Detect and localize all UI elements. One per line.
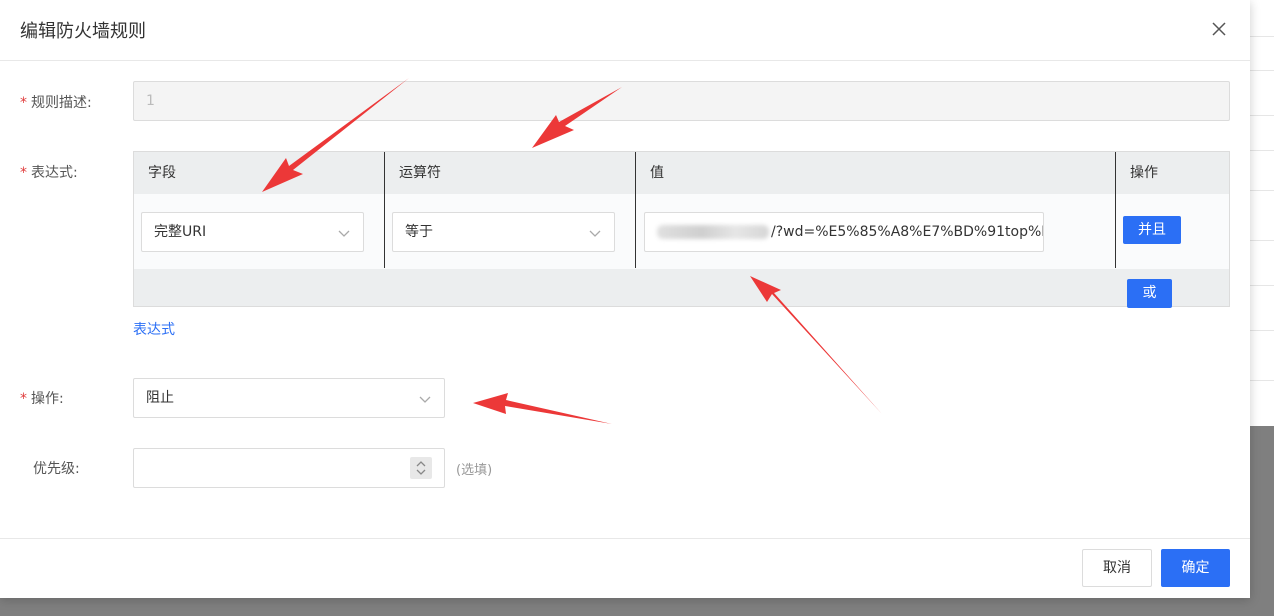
or-button[interactable]: 或 [1127,279,1172,308]
required-mark: * [20,165,27,181]
field-select-value: 完整URI [154,224,207,240]
value-input-text: /?wd=%E5%85%A8%E7%BD%91top%E [771,224,1044,240]
column-header-field: 字段 [134,152,385,194]
dialog-header: 编辑防火墙规则 [0,0,1250,61]
description-input[interactable]: 1 [133,81,1230,121]
column-divider [1115,152,1116,268]
and-button[interactable]: 并且 [1123,216,1181,244]
column-divider [384,152,385,268]
confirm-button[interactable]: 确定 [1161,549,1230,587]
background-page [1250,0,1274,426]
description-label: * 规则描述: [20,95,92,111]
priority-input[interactable] [133,448,445,488]
action-label: * 操作: [20,391,64,407]
chevron-down-icon [589,230,601,237]
close-button[interactable] [1208,18,1230,40]
column-divider [635,152,636,268]
chevron-down-icon [419,396,431,403]
column-header-value: 值 [636,152,1116,194]
operator-select-value: 等于 [405,224,433,240]
column-header-action: 操作 [1116,152,1229,194]
required-mark: * [20,95,27,111]
action-select-value: 阻止 [146,390,174,406]
value-input[interactable]: /?wd=%E5%85%A8%E7%BD%91top%E [644,212,1044,252]
field-select[interactable]: 完整URI [141,212,364,252]
cancel-button[interactable]: 取消 [1082,549,1152,587]
priority-hint: (选填) [456,463,493,478]
required-mark: * [20,391,27,407]
add-expression-link[interactable]: 表达式 [133,319,175,339]
action-select[interactable]: 阻止 [133,378,445,418]
operator-select[interactable]: 等于 [392,212,615,252]
priority-label: 优先级: [33,461,80,477]
spinner-icon[interactable] [410,457,432,479]
close-icon [1212,22,1226,36]
expression-label: * 表达式: [20,165,78,181]
spinner-arrows [416,461,426,475]
edit-firewall-rule-dialog: 编辑防火墙规则 * 规则描述: 1 * 表达式: 字段 运算符 值 操作 完整URI… [0,0,1250,598]
column-header-operator: 运算符 [385,152,636,194]
chevron-down-icon [338,230,350,237]
dialog-title: 编辑防火墙规则 [20,21,146,42]
footer-divider [0,538,1250,539]
redacted-text [657,225,769,239]
expression-table: 字段 运算符 值 操作 完整URI 等于 /?wd=%E5%85%A8%E7%B… [133,151,1230,308]
